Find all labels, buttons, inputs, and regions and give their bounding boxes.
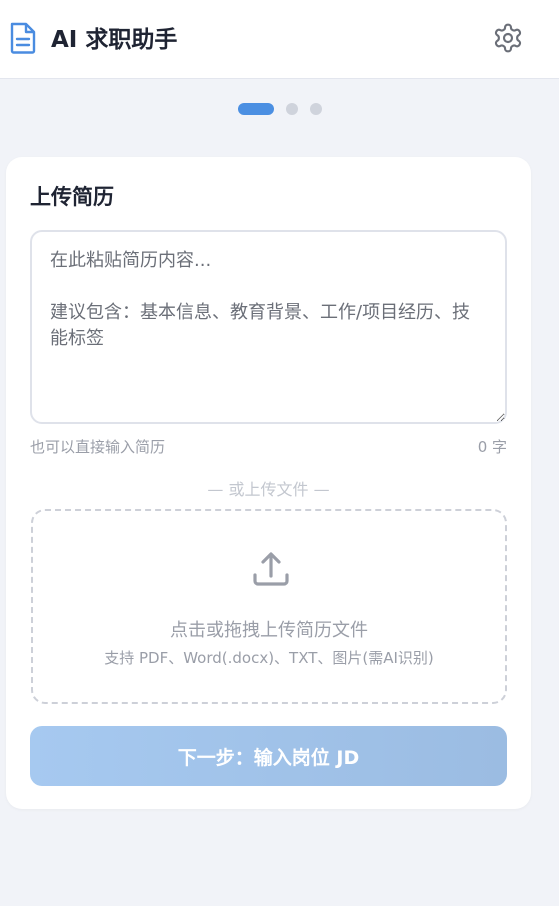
gear-icon xyxy=(494,23,522,53)
dropzone-main-text: 点击或拖拽上传简历文件 xyxy=(170,620,368,641)
dropzone-sub-text: 支持 PDF、Word(.docx)、TXT、图片(需AI识别) xyxy=(104,649,434,667)
step-indicator xyxy=(0,102,559,116)
section-title: 上传简历 xyxy=(30,185,114,209)
step-dot-1[interactable] xyxy=(238,103,274,115)
upload-icon xyxy=(253,552,289,586)
upload-card: 上传简历 也可以直接输入简历 0 字 — 或上传文件 — 点击或拖拽上传简历文件… xyxy=(6,157,531,809)
char-count: 0 字 xyxy=(477,438,507,456)
app-header: AI 求职助手 xyxy=(0,0,559,79)
resume-textarea[interactable] xyxy=(30,230,507,424)
settings-button[interactable] xyxy=(492,22,524,54)
input-hint: 也可以直接输入简历 xyxy=(30,438,166,456)
or-upload-divider: — 或上传文件 — xyxy=(207,480,330,499)
step-dot-3[interactable] xyxy=(310,103,322,115)
file-dropzone[interactable]: 点击或拖拽上传简历文件 支持 PDF、Word(.docx)、TXT、图片(需A… xyxy=(31,509,507,704)
next-step-button[interactable]: 下一步：输入岗位 JD xyxy=(30,726,507,786)
app-title: AI 求职助手 xyxy=(51,27,178,53)
document-icon xyxy=(10,22,36,54)
step-dot-2[interactable] xyxy=(286,103,298,115)
